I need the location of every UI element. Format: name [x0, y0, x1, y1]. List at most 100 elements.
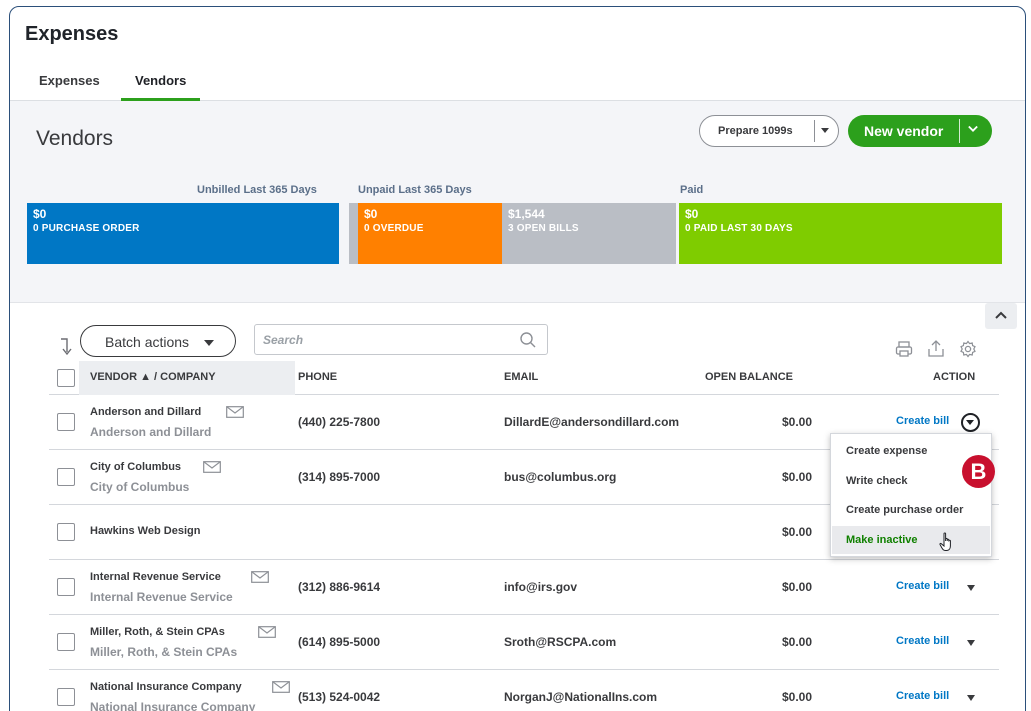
col-email-header[interactable]: EMAIL — [504, 371, 538, 383]
open-bills-bar[interactable]: $1,544 3 OPEN BILLS — [502, 203, 676, 264]
tab-vendors[interactable]: Vendors — [121, 73, 201, 101]
search-input[interactable] — [263, 331, 503, 349]
overdue-caption: 0 OVERDUE — [364, 223, 424, 234]
col-vendor-header[interactable]: VENDOR ▲ / COMPANY — [90, 371, 216, 383]
callout-badge: B — [962, 455, 995, 488]
batch-actions-button[interactable]: Batch actions — [80, 325, 236, 357]
caret-down-icon[interactable] — [967, 695, 975, 701]
collapse-button[interactable] — [985, 303, 1017, 329]
table-row: Internal Revenue Service Internal Revenu… — [49, 560, 999, 615]
row-checkbox[interactable] — [57, 633, 75, 651]
hand-cursor-icon — [939, 532, 951, 551]
create-bill-link[interactable]: Create bill — [896, 690, 949, 702]
mail-icon[interactable] — [251, 571, 269, 583]
settings-icon[interactable] — [959, 340, 977, 358]
search-icon[interactable] — [519, 331, 537, 349]
open-bills-caption: 3 OPEN BILLS — [508, 223, 579, 234]
prepare-1099s-label: Prepare 1099s — [718, 125, 793, 137]
caret-down-icon[interactable] — [967, 640, 975, 646]
create-bill-link[interactable]: Create bill — [896, 635, 949, 647]
company-name: Miller, Roth, & Stein CPAs — [90, 645, 238, 659]
table-row: National Insurance Company National Insu… — [49, 670, 999, 711]
vendor-name[interactable]: National Insurance Company — [90, 681, 242, 693]
prepare-1099s-button[interactable]: Prepare 1099s — [699, 115, 839, 147]
vendor-name[interactable]: Internal Revenue Service — [90, 571, 221, 583]
open-bills-amount: $1,544 — [508, 207, 545, 221]
vendor-name[interactable]: Hawkins Web Design — [90, 525, 200, 537]
action-dropdown-open-icon[interactable] — [961, 413, 980, 432]
balance-cell: $0.00 — [781, 635, 812, 649]
vendor-name[interactable]: Miller, Roth, & Stein CPAs — [90, 626, 225, 638]
row-checkbox[interactable] — [57, 578, 75, 596]
row-checkbox[interactable] — [57, 688, 75, 706]
phone-cell: (513) 524-0042 — [298, 690, 381, 704]
phone-cell: (440) 225-7800 — [298, 415, 381, 429]
col-balance-header[interactable]: OPEN BALANCE — [705, 371, 793, 383]
menu-item-create-expense[interactable]: Create expense — [846, 445, 927, 457]
new-vendor-label: New vendor — [864, 123, 944, 139]
select-all-checkbox[interactable] — [57, 369, 75, 387]
mail-icon[interactable] — [226, 406, 244, 418]
mail-icon[interactable] — [258, 626, 276, 638]
purchase-order-amount: $0 — [33, 207, 47, 221]
company-name: City of Columbus — [90, 480, 190, 494]
chevron-down-icon[interactable] — [968, 124, 978, 134]
purchase-order-bar[interactable]: $0 0 PURCHASE ORDER — [27, 203, 339, 264]
paid-amount: $0 — [685, 207, 699, 221]
balance-cell: $0.00 — [781, 470, 812, 484]
create-bill-link[interactable]: Create bill — [896, 415, 949, 427]
table-row: Miller, Roth, & Stein CPAs Miller, Roth,… — [49, 615, 999, 670]
row-checkbox[interactable] — [57, 523, 75, 541]
caret-down-icon — [204, 340, 214, 346]
phone-cell: (314) 895-7000 — [298, 470, 381, 484]
vendor-name[interactable]: Anderson and Dillard — [90, 406, 201, 418]
new-vendor-button[interactable]: New vendor — [848, 115, 992, 147]
tab-bar: Expenses Vendors — [10, 73, 1025, 101]
overdue-amount: $0 — [364, 207, 378, 221]
col-action-header: ACTION — [933, 371, 976, 383]
batch-actions-label: Batch actions — [105, 334, 190, 350]
sort-icon[interactable] — [59, 338, 73, 356]
print-icon[interactable] — [895, 340, 913, 358]
email-cell: DillardE@andersondillard.com — [504, 415, 680, 429]
create-bill-link[interactable]: Create bill — [896, 580, 949, 592]
table-header: VENDOR ▲ / COMPANY PHONE EMAIL OPEN BALA… — [49, 361, 999, 395]
export-icon[interactable] — [927, 340, 945, 358]
email-cell: Sroth@RSCPA.com — [504, 635, 617, 649]
menu-item-write-check[interactable]: Write check — [846, 475, 908, 487]
tab-expenses[interactable]: Expenses — [39, 73, 100, 98]
paid-bar[interactable]: $0 0 PAID LAST 30 DAYS — [679, 203, 1002, 264]
balance-cell: $0.00 — [781, 580, 812, 594]
row-checkbox[interactable] — [57, 468, 75, 486]
page-title: Expenses — [25, 23, 119, 45]
caret-down-icon[interactable] — [967, 585, 975, 591]
paid-caption: 0 PAID LAST 30 DAYS — [685, 223, 793, 234]
unbilled-gray-segment — [349, 203, 358, 264]
email-cell: bus@columbus.org — [504, 470, 617, 484]
caret-down-icon[interactable] — [821, 128, 829, 133]
balance-cell: $0.00 — [781, 415, 812, 429]
phone-cell: (312) 886-9614 — [298, 580, 381, 594]
company-name: National Insurance Company — [90, 700, 256, 711]
email-cell: NorganJ@NationalIns.com — [504, 690, 658, 704]
mail-icon[interactable] — [203, 461, 221, 473]
vendors-heading: Vendors — [36, 127, 114, 150]
vendor-name[interactable]: City of Columbus — [90, 461, 181, 473]
overdue-bar[interactable]: $0 0 OVERDUE — [358, 203, 502, 264]
paid-label: Paid — [680, 184, 704, 196]
email-cell: info@irs.gov — [504, 580, 578, 594]
balance-cell: $0.00 — [781, 690, 812, 704]
action-dropdown-menu: Create expense Write check Create purcha… — [830, 433, 992, 557]
button-divider — [959, 119, 960, 143]
menu-item-create-purchase-order[interactable]: Create purchase order — [846, 504, 963, 516]
menu-item-make-inactive[interactable]: Make inactive — [846, 534, 918, 546]
unpaid-label: Unpaid Last 365 Days — [358, 184, 472, 196]
balance-cell: $0.00 — [781, 525, 812, 539]
row-checkbox[interactable] — [57, 413, 75, 431]
phone-cell: (614) 895-5000 — [298, 635, 381, 649]
col-phone-header[interactable]: PHONE — [298, 371, 337, 383]
mail-icon[interactable] — [272, 681, 290, 693]
purchase-order-caption: 0 PURCHASE ORDER — [33, 223, 140, 234]
search-box — [254, 324, 548, 355]
company-name: Internal Revenue Service — [90, 590, 233, 604]
